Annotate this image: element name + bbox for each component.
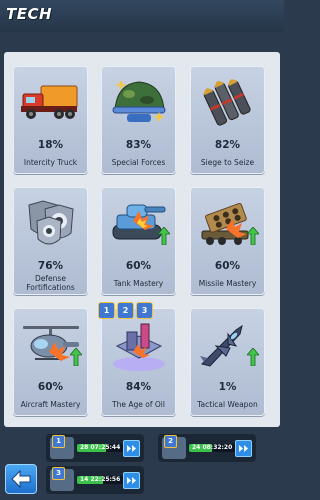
missiles-icon	[203, 79, 251, 126]
queue-number: 2	[164, 435, 177, 448]
queue-number: 3	[52, 467, 65, 480]
upgrade-arrow-icon	[158, 227, 170, 245]
tech-progress: 76%	[37, 260, 64, 272]
tech-progress: 18%	[37, 139, 64, 151]
top-bar: TECH	[0, 0, 284, 32]
shield-icon	[28, 200, 74, 245]
tech-name: Siege to Seize	[200, 158, 255, 167]
fast-forward-icon	[239, 445, 248, 452]
tech-name: Defense Fortifications	[26, 274, 75, 292]
tech-card-missile-mastery[interactable]: 60% Missile Mastery	[190, 187, 265, 295]
level-badge-2: 2	[117, 302, 134, 319]
research-timer: 28 07:25:44	[80, 444, 121, 451]
tech-card-intercity-truck[interactable]: 18% Intercity Truck	[13, 66, 88, 174]
tech-card-tank-mastery[interactable]: 60% Tank Mastery	[101, 187, 176, 295]
research-timer: 14 22:25:56	[80, 476, 121, 483]
tech-card-defense-fortifications[interactable]: 76% Defense Fortifications	[13, 187, 88, 295]
fast-forward-icon	[127, 477, 136, 484]
tech-progress: 84%	[125, 381, 152, 393]
tech-card-siege-to-seize[interactable]: 82% Siege to Seize	[190, 66, 265, 174]
tech-card-aircraft-mastery[interactable]: 60% Aircraft Mastery	[13, 308, 88, 416]
research-progress-bar: 14 22:25:56	[77, 476, 129, 484]
tech-card-age-of-oil[interactable]: 84% The Age of Oil	[101, 308, 176, 416]
level-badge-1: 1	[98, 302, 115, 319]
queue-number: 1	[52, 435, 65, 448]
tech-name: Intercity Truck	[23, 158, 78, 167]
back-button[interactable]	[5, 464, 37, 494]
back-arrow-icon	[11, 469, 31, 489]
page-title: TECH	[6, 5, 53, 23]
tech-progress: 60%	[37, 381, 64, 393]
tech-progress: 60%	[125, 260, 152, 272]
upgrade-arrow-icon	[247, 348, 259, 366]
tech-name: Missile Mastery	[198, 279, 257, 288]
research-progress-bar: 28 07:25:44	[77, 444, 129, 452]
upgrade-arrow-icon	[70, 348, 82, 366]
research-queue-3[interactable]: 3 14 22:25:56	[46, 466, 144, 494]
research-progress-bar: 24 08:32:20	[189, 444, 241, 452]
upgrade-arrow-icon	[247, 227, 259, 245]
tech-name: The Age of Oil	[112, 400, 165, 409]
tech-name: Tactical Weapon	[197, 400, 258, 409]
speedup-button[interactable]	[235, 440, 252, 457]
speedup-button[interactable]	[123, 472, 140, 489]
tech-card-special-forces[interactable]: 83% Special Forces	[101, 66, 176, 174]
tech-name: Aircraft Mastery	[20, 400, 81, 409]
tech-progress: 83%	[125, 139, 152, 151]
tech-name: Tank Mastery	[113, 279, 164, 288]
level-badge-3: 3	[136, 302, 153, 319]
research-timer: 24 08:32:20	[192, 444, 233, 451]
tech-name: Special Forces	[111, 158, 166, 167]
tech-progress: 82%	[214, 139, 241, 151]
truck-icon	[21, 85, 78, 119]
research-queue-2[interactable]: 2 24 08:32:20	[158, 434, 256, 462]
helmet-icon	[112, 80, 166, 122]
speedup-button[interactable]	[123, 440, 140, 457]
tech-progress: 60%	[214, 260, 241, 272]
tech-card-tactical-weapon[interactable]: 1% Tactical Weapon	[190, 308, 265, 416]
fast-forward-icon	[127, 445, 136, 452]
tech-progress: 1%	[218, 381, 237, 393]
oil-refinery-icon	[113, 323, 165, 371]
research-queue-1[interactable]: 1 28 07:25:44	[46, 434, 144, 462]
